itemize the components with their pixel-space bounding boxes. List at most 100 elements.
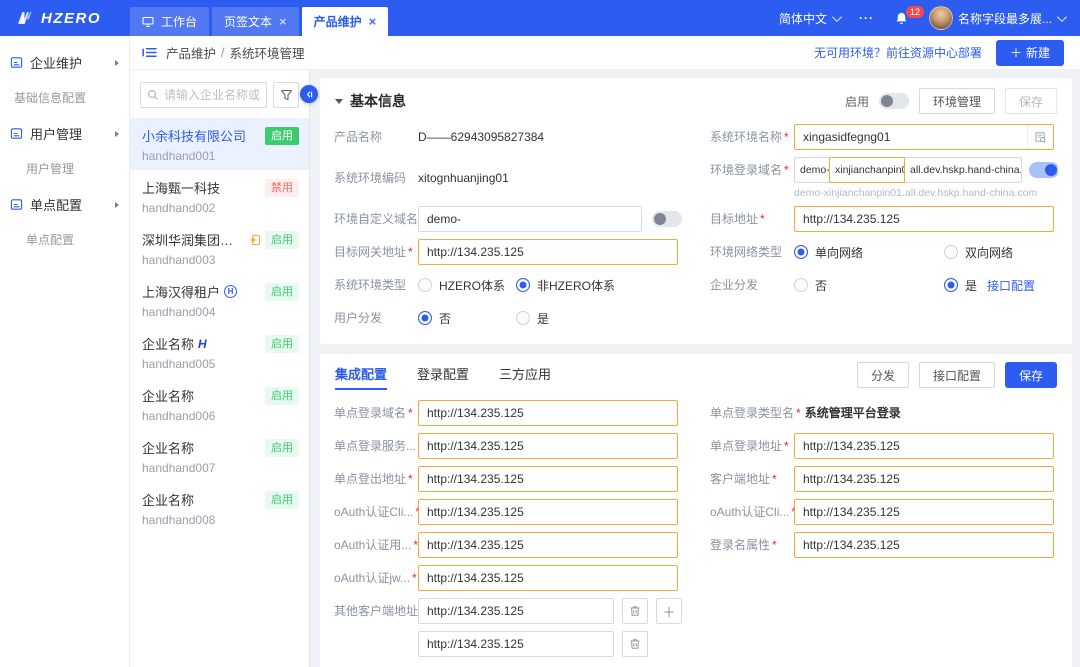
radio-checked-icon[interactable] [794, 245, 808, 259]
status-badge: 启用 [265, 439, 299, 457]
company-list-item[interactable]: 深圳华润集团股份... 启用 handhand003 [130, 222, 309, 274]
distribute-button[interactable]: 分发 [857, 362, 909, 388]
radio-checked-icon[interactable] [944, 278, 958, 292]
sidebar-item-user-management[interactable]: 用户管理 [0, 115, 129, 152]
language-switcher[interactable]: 简体中文 [779, 10, 839, 27]
avatar[interactable] [929, 6, 953, 30]
sidebar-item-basic-info-config[interactable]: 基础信息配置 [0, 81, 129, 115]
client-address-input[interactable] [794, 466, 1054, 492]
hand-tenant-icon: H [224, 285, 237, 298]
oauth-client-input-right[interactable] [794, 499, 1054, 525]
radio-option-ent-yes[interactable]: 是 [944, 277, 977, 294]
custom-domain-input[interactable] [418, 206, 642, 232]
radio-option-user-yes[interactable]: 是 [516, 310, 549, 327]
field-label: oAuth认证Cli...* [710, 499, 794, 525]
radio-unchecked-icon[interactable] [418, 278, 432, 292]
sidebar-item-enterprise-maintain[interactable]: 企业维护 [0, 44, 129, 81]
sso-login-domain-input[interactable] [418, 400, 678, 426]
product-name-value: D——62943095827384 [418, 124, 544, 150]
close-icon[interactable]: × [369, 15, 377, 28]
delete-row-button[interactable] [622, 631, 648, 657]
save-button[interactable]: 保存 [1005, 362, 1057, 388]
field-label: 单点登录服务...* [334, 433, 418, 459]
sidebar-item-user-management-sub[interactable]: 用户管理 [0, 152, 129, 186]
sidebar-item-sso-config-sub[interactable]: 单点配置 [0, 223, 129, 257]
company-code: handhand004 [142, 305, 299, 319]
env-manage-button[interactable]: 环境管理 [919, 88, 995, 114]
integration-form: 单点登录域名* 单点登录类型名* 系统管理平台登录 单点登录服务...* 单点登… [320, 396, 1072, 667]
collapse-panel-button[interactable] [300, 85, 318, 103]
radio-unchecked-icon[interactable] [516, 311, 530, 325]
other-client-address-input-1[interactable] [418, 598, 614, 624]
user-menu[interactable]: 名称字段最多展... [929, 6, 1064, 30]
enable-toggle[interactable] [879, 93, 909, 109]
company-list: 小余科技有限公司 启用 handhand001 上海甄一科技 禁用 handha… [130, 118, 309, 534]
radio-option-twoway[interactable]: 双向网络 [944, 244, 1013, 261]
custom-domain-toggle[interactable] [652, 211, 682, 227]
company-list-item[interactable]: 企业名称 H 启用 handhand005 [130, 326, 309, 378]
delete-row-button[interactable] [622, 598, 648, 624]
create-button[interactable]: ＋ 新建 [996, 40, 1064, 66]
sso-logout-address-input[interactable] [418, 466, 678, 492]
interface-config-button[interactable]: 接口配置 [919, 362, 995, 388]
domain-toggle[interactable] [1029, 162, 1058, 178]
close-icon[interactable]: × [279, 15, 287, 28]
company-list-item[interactable]: 上海汉得租户 H 启用 handhand004 [130, 274, 309, 326]
search-input[interactable] [164, 88, 260, 102]
add-row-button[interactable]: ＋ [656, 598, 682, 624]
chevron-down-icon [1057, 12, 1067, 22]
radio-option-oneway[interactable]: 单向网络 [794, 244, 944, 261]
oauth-client-input-left[interactable] [418, 499, 678, 525]
tab-product-maintain[interactable]: 产品维护 × [302, 7, 389, 36]
radio-checked-icon[interactable] [418, 311, 432, 325]
oauth-jwt-input[interactable] [418, 565, 678, 591]
radio-option-ent-no[interactable]: 否 [794, 277, 944, 294]
save-button[interactable]: 保存 [1005, 88, 1057, 114]
target-address-input[interactable] [794, 206, 1054, 232]
breadcrumb: 产品维护 / 系统环境管理 [142, 43, 305, 62]
top-right-actions: 简体中文 ··· 12 名称字段最多展... [779, 0, 1080, 36]
menu-fold-icon[interactable] [142, 46, 157, 59]
tab-workbench[interactable]: 工作台 [130, 7, 209, 36]
other-client-address-input-2[interactable] [418, 631, 614, 657]
interface-config-link[interactable]: 接口配置 [987, 277, 1035, 294]
domain-input-segment[interactable]: xinjianchanpin0 [829, 157, 905, 183]
radio-unchecked-icon[interactable] [794, 278, 808, 292]
content-row: 小余科技有限公司 启用 handhand001 上海甄一科技 禁用 handha… [130, 70, 1080, 667]
company-list-item[interactable]: 企业名称 启用 handhand007 [130, 430, 309, 482]
company-list-item[interactable]: 小余科技有限公司 启用 handhand001 [130, 118, 309, 170]
breadcrumb-current: 系统环境管理 [230, 43, 305, 62]
tab-third-party-app[interactable]: 三方应用 [499, 355, 551, 395]
status-badge: 启用 [265, 387, 299, 405]
radio-option-non-hzero[interactable]: 非HZERO体系 [516, 277, 615, 294]
field-label: 单点登出地址* [334, 466, 418, 492]
tab-page-text[interactable]: 页签文本 × [212, 7, 299, 36]
sso-login-service-input[interactable] [418, 433, 678, 459]
oauth-user-input[interactable] [418, 532, 678, 558]
login-name-attr-input[interactable] [794, 532, 1054, 558]
radio-option-user-no[interactable]: 否 [418, 310, 516, 327]
radio-checked-icon[interactable] [516, 278, 530, 292]
company-name: 企业名称 [142, 490, 194, 509]
field-label: 产品名称 [334, 124, 418, 150]
radio-unchecked-icon[interactable] [944, 245, 958, 259]
env-name-input[interactable] [795, 125, 1027, 149]
filter-button[interactable] [273, 82, 299, 108]
lov-lookup-icon[interactable] [1027, 125, 1053, 149]
company-list-item[interactable]: 企业名称 启用 handhand006 [130, 378, 309, 430]
company-list-item[interactable]: 上海甄一科技 禁用 handhand002 [130, 170, 309, 222]
radio-option-hzero[interactable]: HZERO体系 [418, 277, 516, 294]
notification-bell[interactable]: 12 [894, 11, 909, 26]
no-env-resource-link[interactable]: 无可用环境？前往资源中心部署 [814, 44, 982, 61]
tab-integration-config[interactable]: 集成配置 [335, 355, 387, 395]
field-label: 登录名属性* [710, 532, 794, 558]
more-menu[interactable]: ··· [859, 11, 874, 25]
gateway-address-input[interactable] [418, 239, 678, 265]
company-list-item[interactable]: 企业名称 启用 handhand008 [130, 482, 309, 534]
sidebar-item-sso-config[interactable]: 单点配置 [0, 186, 129, 223]
collapse-caret-icon[interactable] [335, 99, 343, 104]
tab-login-config[interactable]: 登录配置 [417, 355, 469, 395]
toolbar: 产品维护 / 系统环境管理 无可用环境？前往资源中心部署 ＋ 新建 [130, 36, 1080, 70]
sso-login-address-input[interactable] [794, 433, 1054, 459]
breadcrumb-parent[interactable]: 产品维护 [166, 43, 216, 62]
